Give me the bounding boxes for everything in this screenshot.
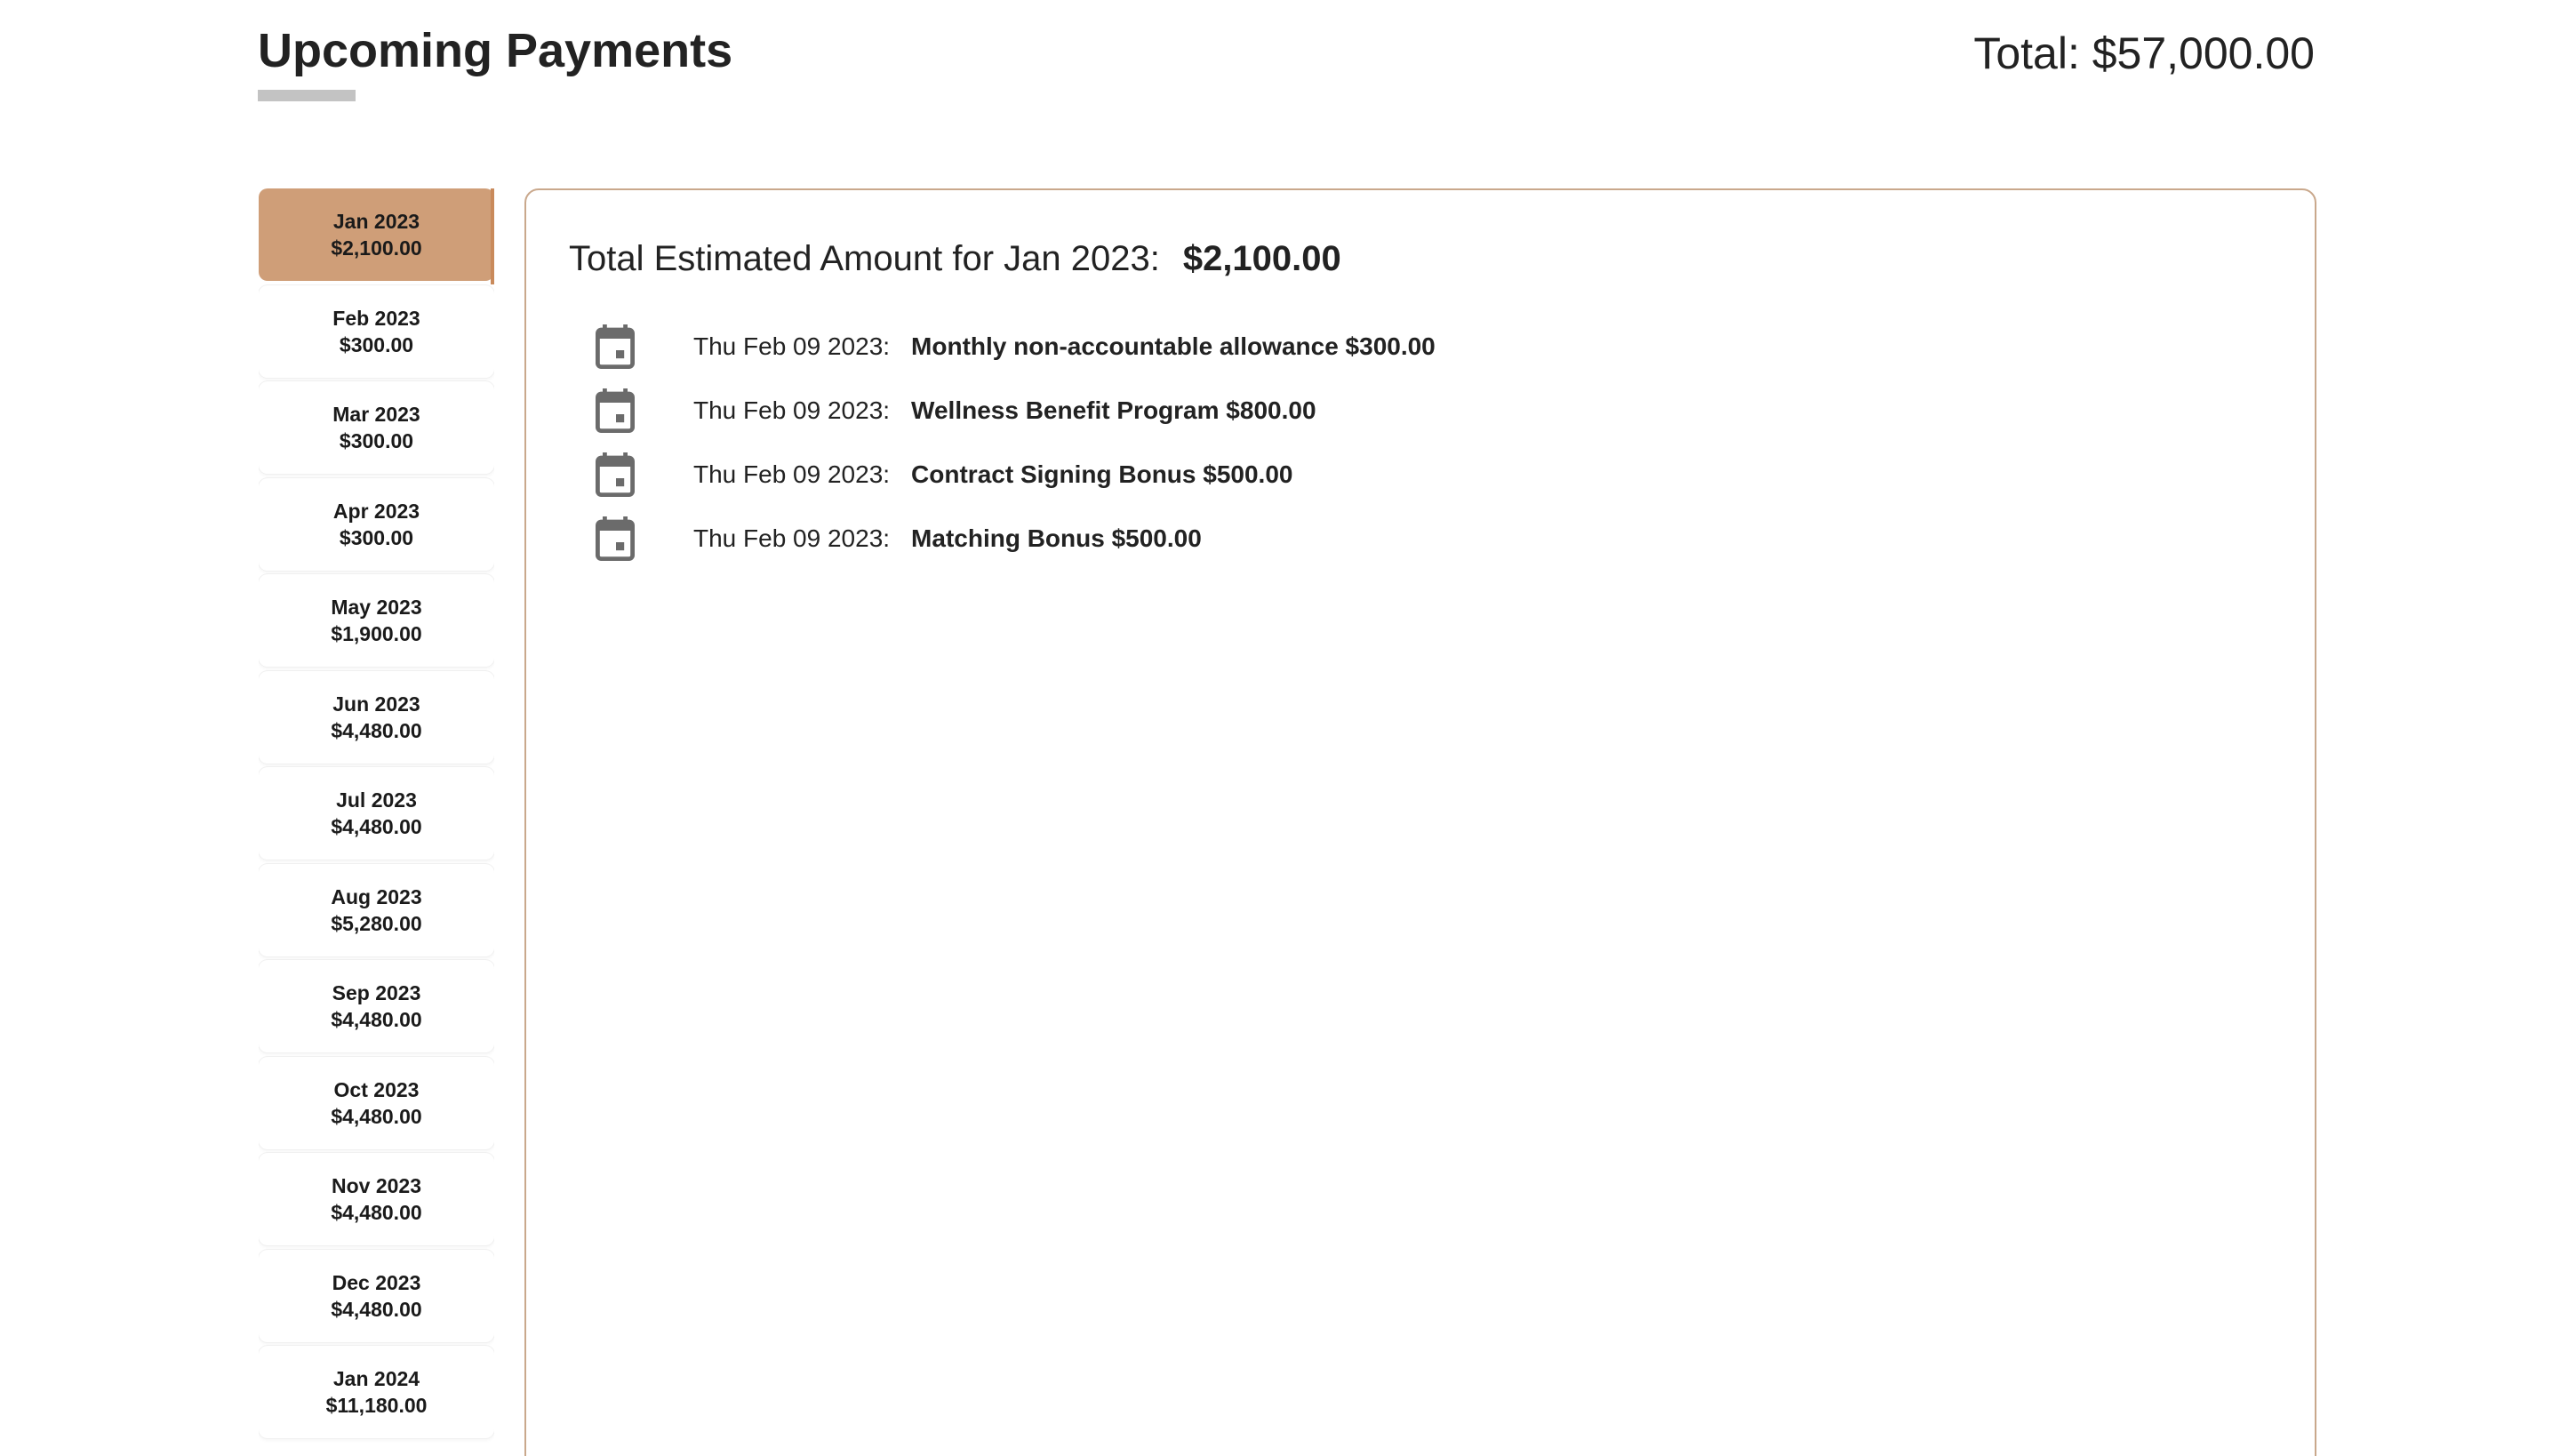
- sidebar-item-dec-2023[interactable]: Dec 2023 $4,480.00: [259, 1249, 494, 1342]
- sidebar-item-oct-2023[interactable]: Oct 2023 $4,480.00: [259, 1056, 494, 1149]
- list-item: Thu Feb 09 2023: Contract Signing Bonus …: [596, 443, 1436, 507]
- detail-header: Total Estimated Amount for Jan 2023: $2,1…: [569, 236, 1341, 281]
- month-label: Dec 2023: [332, 1270, 421, 1294]
- payment-description: Monthly non-accountable allowance $300.0…: [911, 332, 1436, 360]
- month-label: Mar 2023: [332, 403, 420, 426]
- payment-description: Matching Bonus $500.00: [911, 524, 1202, 552]
- page-title: Upcoming Payments: [258, 24, 733, 77]
- selected-item-accent: [491, 188, 494, 284]
- grand-total: Total: $57,000.00: [1973, 28, 2315, 78]
- month-label: Jul 2023: [336, 788, 417, 812]
- sidebar-item-jul-2023[interactable]: Jul 2023 $4,480.00: [259, 767, 494, 860]
- title-underline: [258, 90, 356, 101]
- month-amount: $4,480.00: [331, 815, 422, 838]
- list-item: Thu Feb 09 2023: Monthly non-accountable…: [596, 315, 1436, 379]
- sidebar-item-jan-2023[interactable]: Jan 2023 $2,100.00: [259, 188, 494, 281]
- month-amount: $2,100.00: [331, 236, 422, 260]
- calendar-icon: [596, 516, 635, 561]
- month-amount: $4,480.00: [331, 1104, 422, 1128]
- sidebar-item-may-2023[interactable]: May 2023 $1,900.00: [259, 574, 494, 667]
- month-amount: $300.00: [339, 332, 414, 356]
- month-label: May 2023: [331, 596, 422, 619]
- month-amount: $1,900.00: [331, 622, 422, 645]
- list-item: Thu Feb 09 2023: Matching Bonus $500.00: [596, 507, 1436, 571]
- month-amount: $5,280.00: [331, 911, 422, 935]
- month-label: Jan 2024: [332, 1367, 420, 1390]
- payment-date: Thu Feb 09 2023:: [693, 332, 891, 360]
- payment-detail-panel: Total Estimated Amount for Jan 2023: $2,1…: [524, 188, 2316, 1456]
- month-label: Oct 2023: [333, 1077, 420, 1101]
- sidebar-item-jan-2024[interactable]: Jan 2024 $11,180.00: [259, 1346, 494, 1438]
- payment-date: Thu Feb 09 2023:: [693, 524, 891, 552]
- month-amount: $4,480.00: [331, 1008, 422, 1031]
- payment-date: Thu Feb 09 2023:: [693, 460, 891, 488]
- month-amount: $4,480.00: [331, 1297, 422, 1321]
- month-label: Feb 2023: [332, 306, 420, 330]
- sidebar-item-feb-2023[interactable]: Feb 2023 $300.00: [259, 284, 494, 378]
- upcoming-payments-page: Upcoming Payments Total: $57,000.00 Jan …: [0, 0, 2560, 1456]
- month-label: Sep 2023: [332, 981, 421, 1004]
- month-amount: $300.00: [339, 429, 414, 452]
- month-label: Aug 2023: [331, 884, 422, 908]
- month-amount: $11,180.00: [325, 1394, 428, 1417]
- payment-description: Contract Signing Bonus $500.00: [911, 460, 1293, 488]
- sidebar-item-nov-2023[interactable]: Nov 2023 $4,480.00: [259, 1153, 494, 1245]
- list-item: Thu Feb 09 2023: Wellness Benefit Progra…: [596, 379, 1436, 443]
- month-amount: $4,480.00: [331, 1201, 422, 1224]
- payment-date: Thu Feb 09 2023:: [693, 396, 891, 424]
- detail-heading: Total Estimated Amount for Jan 2023:: [569, 239, 1160, 278]
- month-label: Apr 2023: [332, 499, 420, 523]
- sidebar-item-jun-2023[interactable]: Jun 2023 $4,480.00: [259, 670, 494, 764]
- month-amount: $4,480.00: [331, 718, 422, 742]
- payment-description: Wellness Benefit Program $800.00: [911, 396, 1316, 424]
- calendar-icon: [596, 324, 635, 369]
- month-label: Jun 2023: [332, 692, 420, 716]
- detail-amount: $2,100.00: [1182, 239, 1341, 278]
- sidebar-item-apr-2023[interactable]: Apr 2023 $300.00: [259, 477, 494, 571]
- month-label: Jan 2023: [332, 210, 420, 233]
- sidebar-item-mar-2023[interactable]: Mar 2023 $300.00: [259, 381, 494, 474]
- calendar-icon: [596, 452, 635, 497]
- month-sidebar: Jan 2023 $2,100.00 Feb 2023 $300.00 Mar …: [259, 188, 494, 1456]
- month-amount: $300.00: [339, 525, 414, 549]
- payment-list: Thu Feb 09 2023: Monthly non-accountable…: [596, 315, 1436, 571]
- sidebar-item-sep-2023[interactable]: Sep 2023 $4,480.00: [259, 960, 494, 1052]
- calendar-icon: [596, 388, 635, 433]
- month-label: Nov 2023: [331, 1174, 421, 1197]
- sidebar-item-aug-2023[interactable]: Aug 2023 $5,280.00: [259, 863, 494, 956]
